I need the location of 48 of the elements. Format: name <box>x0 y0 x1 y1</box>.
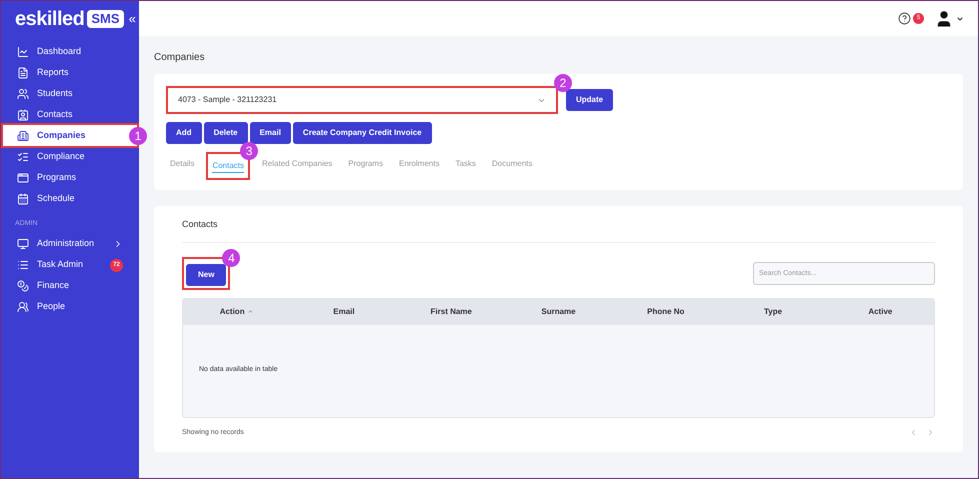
callout-number: 4 <box>222 248 240 266</box>
building-icon <box>17 130 29 142</box>
nav-item[interactable]: Reports <box>3 62 137 83</box>
sort-icon <box>246 308 254 315</box>
nav-item[interactable]: Schedule <box>3 188 137 209</box>
nav-item[interactable]: Contacts <box>3 104 137 125</box>
callout-number: 3 <box>240 142 258 160</box>
checklist-icon <box>17 150 29 162</box>
nav-item[interactable]: Administration <box>3 234 137 254</box>
window-icon <box>17 172 29 184</box>
nav-item[interactable]: People <box>3 296 137 318</box>
nav-item[interactable]: Companies <box>3 125 137 146</box>
monitor-icon <box>17 238 29 250</box>
company-select[interactable]: 4073 - Sample - 321123231 <box>166 86 558 114</box>
action-button[interactable]: Email <box>250 122 291 144</box>
calendar-icon <box>17 192 29 204</box>
nav-item[interactable]: Compliance <box>3 146 137 167</box>
callout-number: 1 <box>129 127 147 145</box>
action-button[interactable]: Delete <box>204 122 248 144</box>
logo-badge: SMS <box>87 10 124 28</box>
column-header[interactable]: First Name <box>430 306 472 318</box>
section-title: Contacts <box>182 218 935 242</box>
column-header[interactable]: Surname <box>541 306 576 318</box>
page-title: Companies <box>154 51 206 65</box>
nav-item[interactable]: Finance <box>3 276 137 296</box>
nav-item[interactable]: Dashboard <box>3 41 137 62</box>
logo-wordmark: eskilled <box>15 9 84 29</box>
contact-card-icon <box>17 108 29 120</box>
caret-icon <box>956 14 964 22</box>
column-header[interactable]: Phone No <box>647 306 684 318</box>
people-icon <box>17 301 29 313</box>
coins-icon <box>17 280 29 292</box>
nav-item[interactable]: Programs <box>3 167 137 188</box>
document-icon <box>17 66 29 78</box>
help-icon[interactable] <box>898 12 911 25</box>
line-chart-icon <box>17 46 29 58</box>
action-button[interactable]: Create Company Credit Invoice <box>292 122 432 144</box>
column-header[interactable]: Active <box>868 306 892 318</box>
column-header[interactable]: Type <box>764 306 782 318</box>
nav-item[interactable]: Students <box>3 83 137 104</box>
action-button[interactable]: Add <box>166 122 202 144</box>
column-header[interactable]: Email <box>333 306 355 318</box>
users-icon <box>17 88 29 100</box>
callout-number: 2 <box>554 74 572 92</box>
update-button[interactable]: Update <box>566 89 614 111</box>
column-header[interactable]: Action <box>220 306 254 318</box>
new-button[interactable]: New <box>186 264 226 286</box>
collapse-button[interactable]: « <box>128 9 136 29</box>
